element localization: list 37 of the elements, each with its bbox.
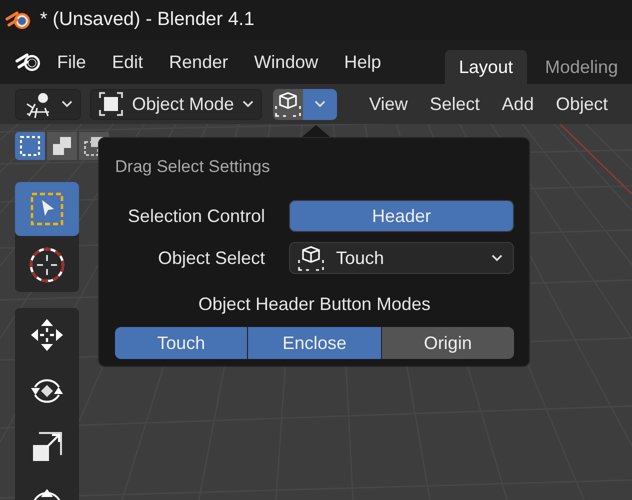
- section-label: Object Header Button Modes: [198, 294, 431, 314]
- mode-segment[interactable]: Enclose: [248, 327, 382, 359]
- window-title: * (Unsaved) - Blender 4.1: [40, 9, 254, 31]
- workspace-tab[interactable]: Layout: [444, 50, 527, 84]
- menu-item[interactable]: Help: [331, 52, 394, 72]
- object-select-dropdown[interactable]: Touch: [289, 242, 514, 274]
- chevron-icon: [242, 100, 254, 108]
- viewport-menu[interactable]: Select: [418, 94, 491, 114]
- overlap-squares-icon: [50, 134, 74, 158]
- select-mode-button[interactable]: [273, 88, 304, 120]
- chevron-icon: [491, 254, 503, 262]
- selection-control-button[interactable]: Header: [289, 200, 514, 232]
- viewport-menu[interactable]: View: [358, 94, 419, 114]
- editor-type-dropdown[interactable]: [15, 88, 81, 120]
- box-select-icon: [296, 243, 326, 273]
- crosshair-cursor-icon: [27, 245, 67, 285]
- popup-title: Drag Select Settings: [115, 157, 270, 176]
- field-label: Object Select: [158, 248, 265, 268]
- select-options-button[interactable]: [303, 88, 338, 120]
- dashed-square-icon: [18, 134, 42, 158]
- menu-item[interactable]: File: [44, 52, 100, 72]
- chevron-icon: [61, 100, 73, 108]
- viewport-menu[interactable]: Add: [490, 94, 545, 114]
- select-mode-toggle[interactable]: [47, 132, 77, 160]
- box-select-icon: [273, 89, 304, 119]
- popup-pointer: [302, 125, 330, 137]
- menu-item[interactable]: Render: [156, 52, 242, 72]
- mode-dropdown[interactable]: Object Mode: [90, 88, 262, 120]
- mode-segment[interactable]: Origin: [382, 327, 514, 359]
- object-square-icon: [98, 91, 124, 117]
- mode-segment[interactable]: Touch: [115, 327, 248, 359]
- field-label: Selection Control: [128, 206, 265, 226]
- select-mode-toggle[interactable]: [15, 132, 45, 160]
- viewport-menu[interactable]: Object: [544, 94, 619, 114]
- chevron-icon: [314, 100, 326, 108]
- menu-item[interactable]: Edit: [99, 52, 156, 72]
- menu-item[interactable]: Window: [241, 52, 332, 72]
